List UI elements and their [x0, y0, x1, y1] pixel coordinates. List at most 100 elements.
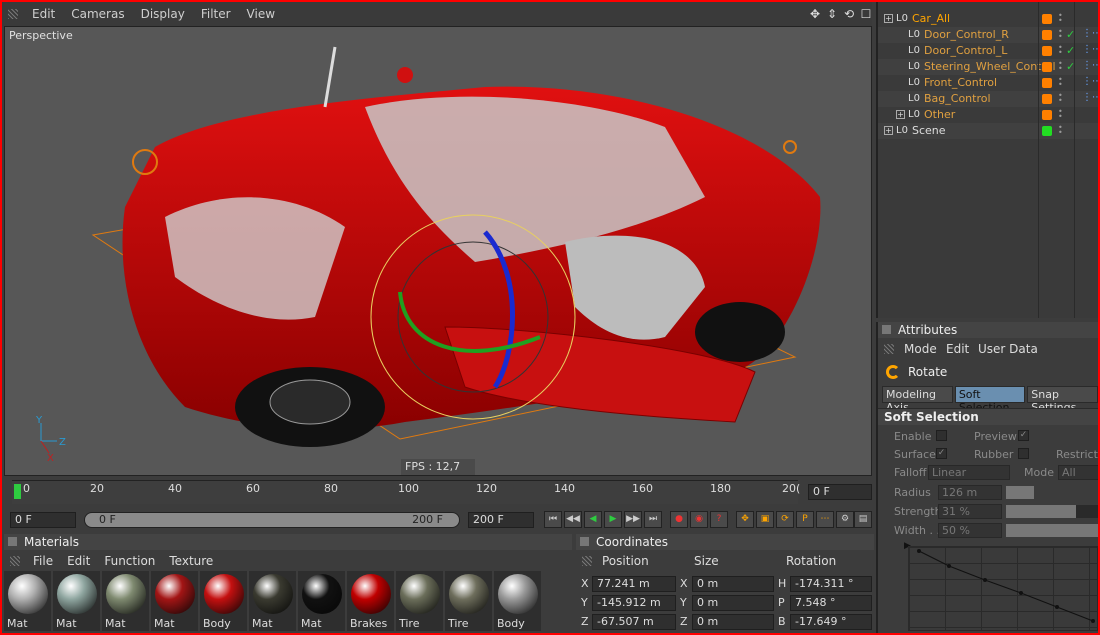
material-swatch[interactable]: Mat: [4, 571, 51, 631]
layer-tag-icon[interactable]: [1042, 14, 1052, 24]
material-swatch[interactable]: Mat: [102, 571, 149, 631]
width-field[interactable]: 50 %: [938, 523, 1002, 538]
object-name[interactable]: Car_All: [912, 12, 950, 25]
menu-display[interactable]: Display: [133, 7, 193, 21]
key-pla-icon[interactable]: ⋯: [816, 511, 834, 528]
grip-icon[interactable]: [10, 556, 20, 566]
mode-dropdown[interactable]: All: [1058, 465, 1098, 480]
key-scale-icon[interactable]: ▣: [756, 511, 774, 528]
tab-modeling-axis[interactable]: Modeling Axis: [882, 386, 953, 414]
material-swatch[interactable]: Mat: [53, 571, 100, 631]
position-field[interactable]: -67.507 m: [592, 614, 676, 630]
panel-collapse-icon[interactable]: [580, 537, 589, 546]
grip-icon[interactable]: [8, 9, 18, 19]
width-slider[interactable]: [1006, 524, 1098, 537]
prev-key-icon[interactable]: ◀◀: [564, 511, 582, 528]
layer-tag-icon[interactable]: [1042, 110, 1052, 120]
menu-edit[interactable]: Edit: [24, 7, 63, 21]
attr-menu-edit[interactable]: Edit: [946, 342, 969, 356]
start-frame-field[interactable]: 0 F: [10, 512, 76, 528]
key-param-icon[interactable]: P: [796, 511, 814, 528]
object-name[interactable]: Door_Control_L: [924, 44, 1007, 57]
playhead[interactable]: [14, 484, 21, 499]
menu-view[interactable]: View: [239, 7, 283, 21]
object-row[interactable]: L0 Door_Control_R • • ⋮⋯ ✓: [878, 27, 1098, 43]
preview-checkbox[interactable]: ✓: [1018, 430, 1029, 441]
visibility-dots-icon[interactable]: • •: [1058, 92, 1063, 105]
rotation-field[interactable]: 7.548 °: [790, 595, 872, 611]
material-swatch[interactable]: Brakes: [347, 571, 394, 631]
end-frame-field[interactable]: 200 F: [468, 512, 534, 528]
rotation-field[interactable]: -174.311 °: [790, 576, 872, 592]
visibility-dots-icon[interactable]: • •: [1058, 76, 1063, 89]
object-row[interactable]: L0 Front_Control • • ⋮⋯: [878, 75, 1098, 91]
visibility-dots-icon[interactable]: • •: [1058, 60, 1063, 73]
material-swatch[interactable]: Tire: [445, 571, 492, 631]
next-key-icon[interactable]: ▶▶: [624, 511, 642, 528]
move-view-icon[interactable]: ✥: [808, 7, 822, 21]
mat-menu-edit[interactable]: Edit: [60, 554, 97, 568]
visibility-dots-icon[interactable]: • •: [1058, 44, 1063, 57]
layer-tag-icon[interactable]: [1042, 62, 1052, 72]
enable-checkbox[interactable]: [936, 430, 947, 441]
layer-tag-icon[interactable]: [1042, 46, 1052, 56]
layer-tag-icon[interactable]: [1042, 94, 1052, 104]
object-row[interactable]: + L0 Car_All • •: [878, 11, 1098, 27]
null-object-handle-rear[interactable]: [783, 140, 797, 154]
position-field[interactable]: -145.912 m: [592, 595, 676, 611]
rubber-checkbox[interactable]: [1018, 448, 1029, 459]
radius-slider[interactable]: [1006, 486, 1034, 499]
expression-tag-icon[interactable]: ⋮⋯: [1082, 92, 1098, 103]
mat-menu-file[interactable]: File: [26, 554, 60, 568]
expand-icon[interactable]: +: [884, 126, 893, 135]
size-field[interactable]: 0 m: [692, 576, 774, 592]
mat-menu-texture[interactable]: Texture: [162, 554, 220, 568]
size-field[interactable]: 0 m: [692, 614, 774, 630]
visibility-dots-icon[interactable]: • •: [1058, 124, 1063, 137]
position-field[interactable]: 77.241 m: [592, 576, 676, 592]
play-back-icon[interactable]: ◀: [584, 511, 602, 528]
layer-tag-icon[interactable]: [1042, 30, 1052, 40]
autokey-icon[interactable]: ◉: [690, 511, 708, 528]
keyframe-help-icon[interactable]: ?: [710, 511, 728, 528]
strength-field[interactable]: 31 %: [938, 504, 1002, 519]
object-name[interactable]: Steering_Wheel_Control: [924, 60, 1056, 73]
visibility-dots-icon[interactable]: • •: [1058, 108, 1063, 121]
range-slider[interactable]: 0 F 200 F: [84, 512, 460, 528]
expression-tag-icon[interactable]: ⋮⋯: [1082, 44, 1098, 55]
radius-field[interactable]: 126 m: [938, 485, 1002, 500]
panel-collapse-icon[interactable]: [882, 325, 891, 334]
play-icon[interactable]: ▶: [604, 511, 622, 528]
object-row[interactable]: L0 Steering_Wheel_Control • • ⋮⋯ ✓: [878, 59, 1098, 75]
goto-end-icon[interactable]: ⏭: [644, 511, 662, 528]
falloff-dropdown[interactable]: Linear: [928, 465, 1010, 480]
panel-collapse-icon[interactable]: [8, 537, 17, 546]
object-name[interactable]: Bag_Control: [924, 92, 991, 105]
grip-icon[interactable]: [582, 556, 592, 566]
material-swatch[interactable]: Mat: [151, 571, 198, 631]
menu-cameras[interactable]: Cameras: [63, 7, 132, 21]
material-swatch[interactable]: Body: [200, 571, 247, 631]
timeline-layout-icon[interactable]: ▤: [854, 511, 872, 528]
strength-slider[interactable]: [1006, 505, 1098, 518]
size-field[interactable]: 0 m: [692, 595, 774, 611]
expression-tag-icon[interactable]: ⋮⋯: [1082, 28, 1098, 39]
timeline-settings-icon[interactable]: ⚙: [836, 511, 854, 528]
mat-menu-function[interactable]: Function: [97, 554, 162, 568]
material-swatch[interactable]: Mat: [249, 571, 296, 631]
expression-tag-icon[interactable]: ⋮⋯: [1082, 60, 1098, 71]
perspective-viewport[interactable]: Perspective Y Z X FPS: 12,7: [4, 26, 872, 476]
attr-menu-mode[interactable]: Mode: [904, 342, 937, 356]
material-swatch[interactable]: Mat: [298, 571, 345, 631]
expand-icon[interactable]: +: [896, 110, 905, 119]
object-name[interactable]: Scene: [912, 124, 946, 137]
visibility-dots-icon[interactable]: • •: [1058, 28, 1063, 41]
goto-start-icon[interactable]: ⏮: [544, 511, 562, 528]
tab-soft-selection[interactable]: Soft Selection: [954, 386, 1026, 414]
material-swatch[interactable]: Body: [494, 571, 541, 631]
expand-icon[interactable]: +: [884, 14, 893, 23]
object-row[interactable]: L0 Door_Control_L • • ⋮⋯ ✓: [878, 43, 1098, 59]
grip-icon[interactable]: [884, 344, 894, 354]
menu-filter[interactable]: Filter: [193, 7, 239, 21]
maximize-view-icon[interactable]: ☐: [859, 7, 873, 21]
